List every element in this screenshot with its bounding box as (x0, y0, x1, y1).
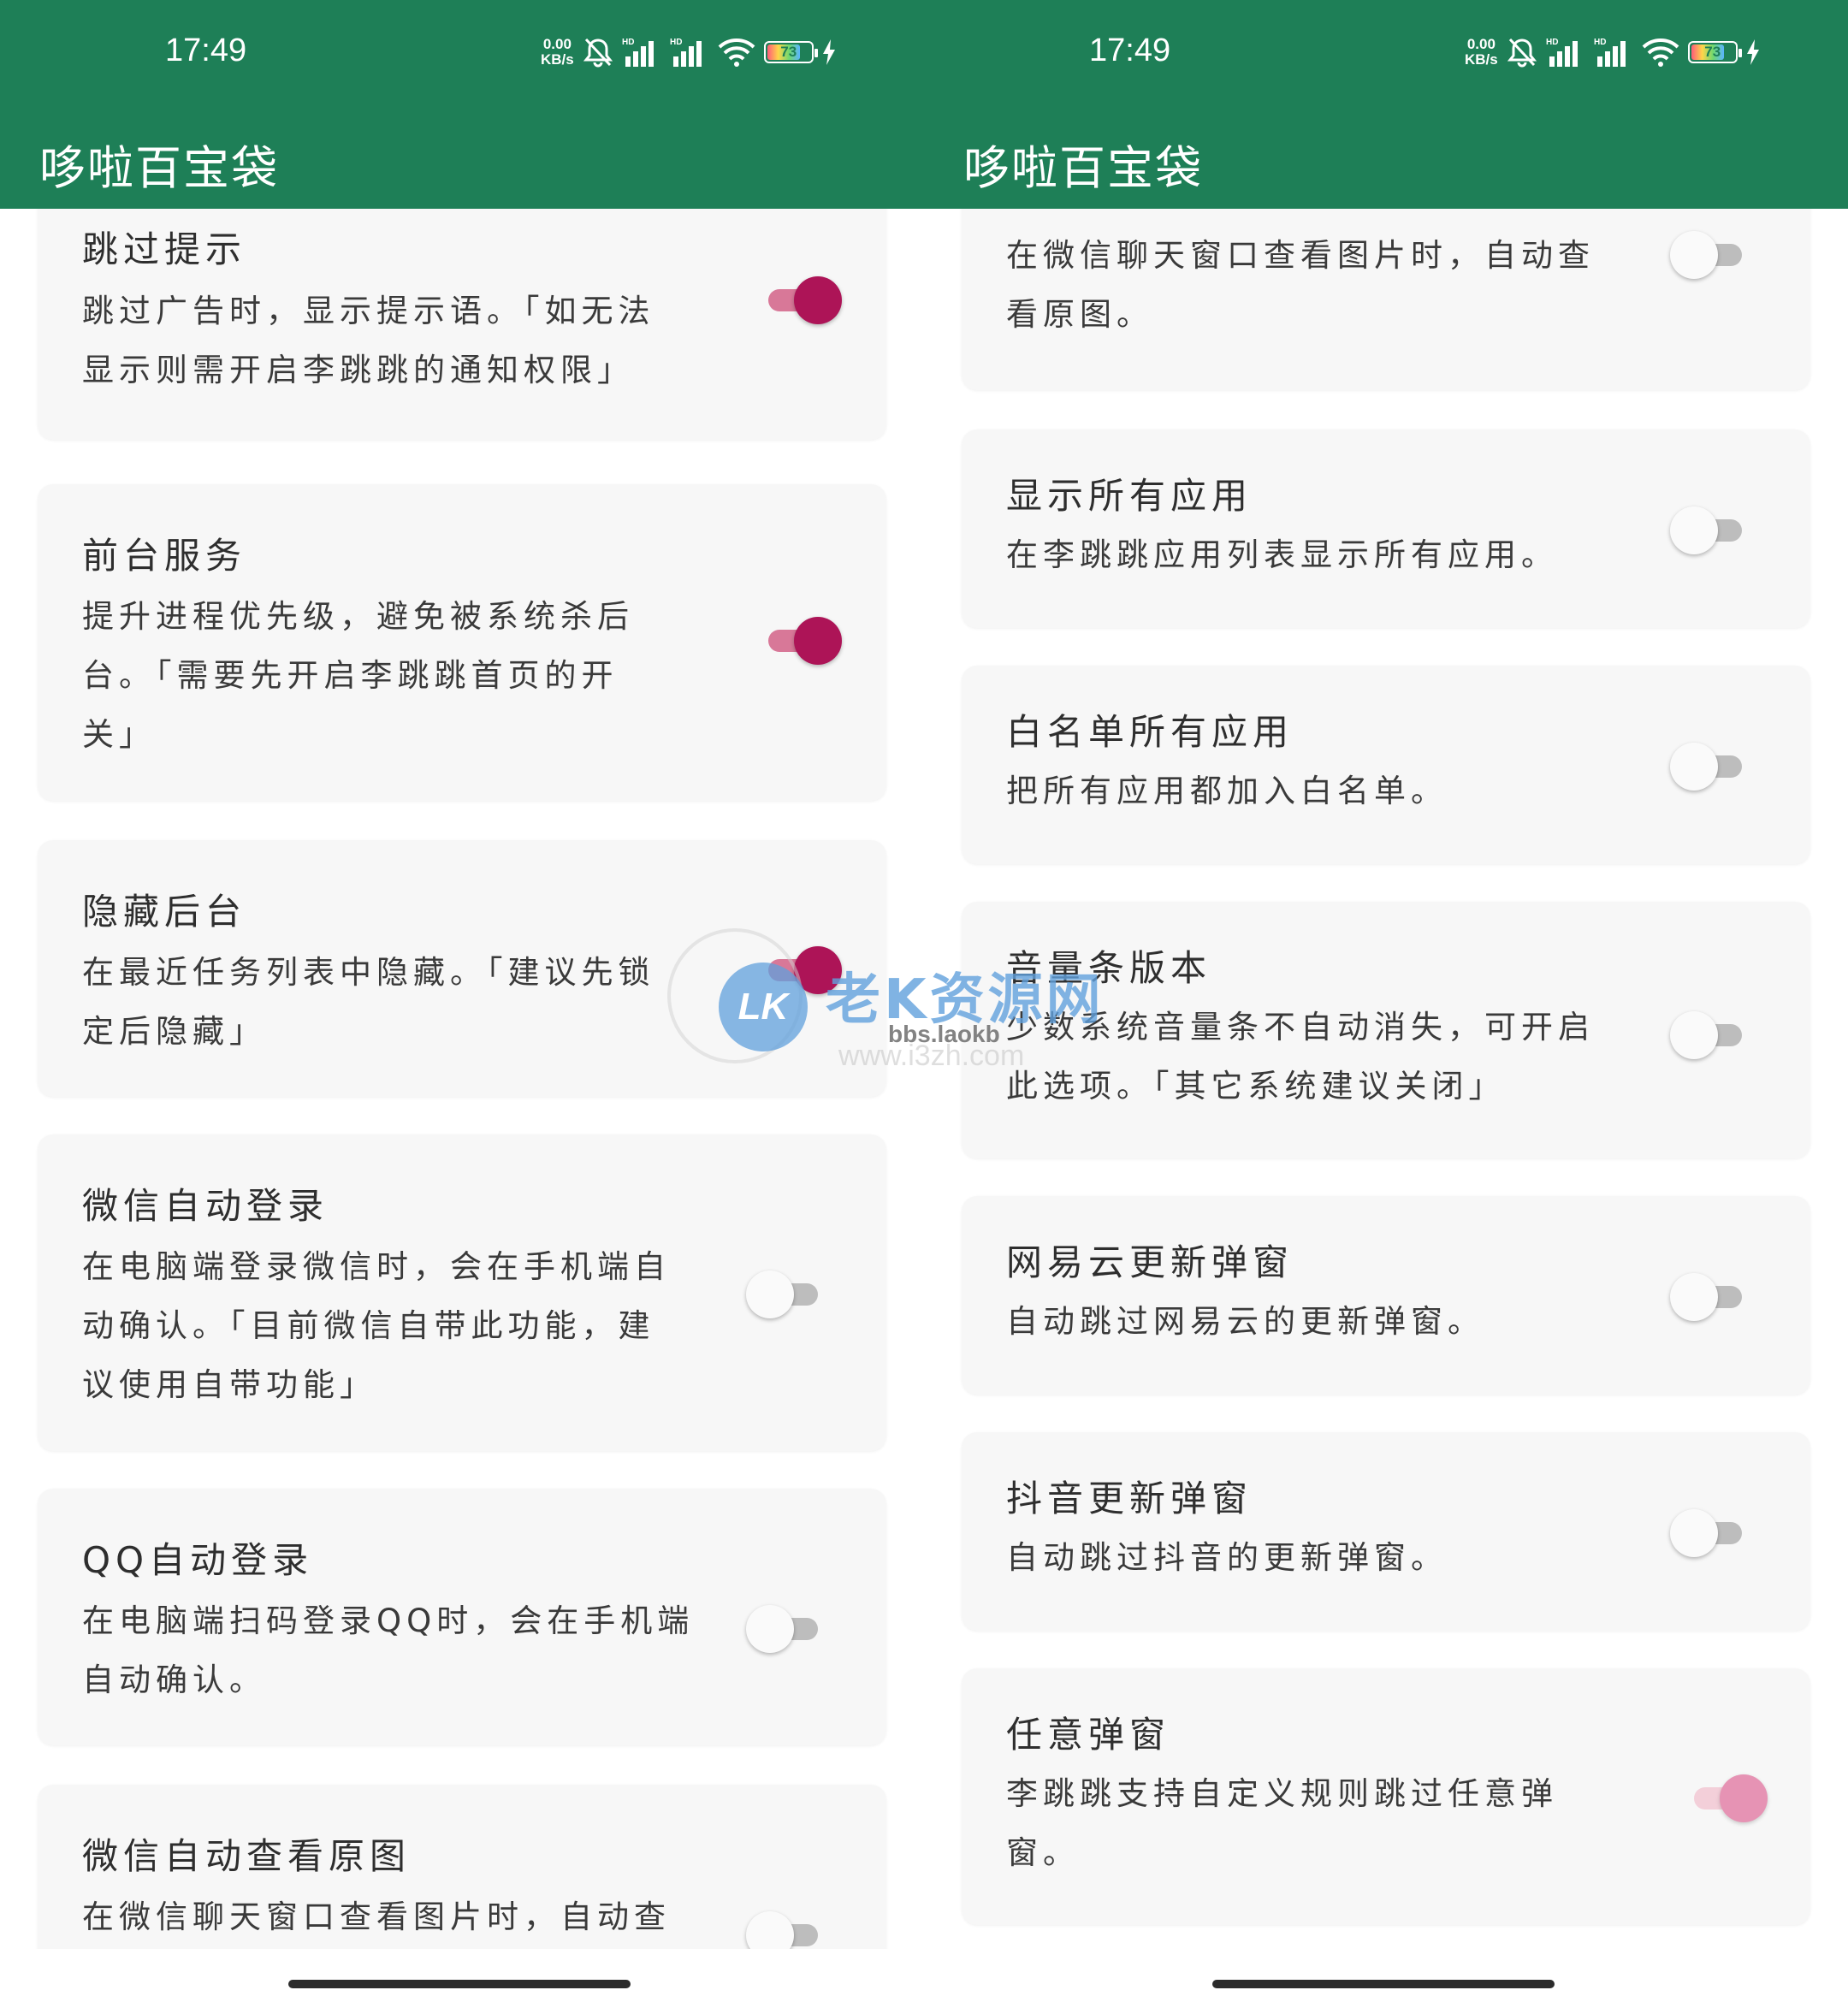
toggle-volume-bar[interactable] (1670, 1011, 1749, 1059)
app-bar: 哆啦百宝袋 (924, 103, 1848, 209)
setting-card-foreground-service: 前台服务 提升进程优先级，避免被系统杀后 台。「需要先开启李跳跳首页的开 关」 (38, 484, 886, 801)
setting-description: 在最近任务列表中隐藏。「建议先锁 定后隐藏」 (82, 954, 655, 1050)
setting-card-whitelist-all-apps: 白名单所有应用 把所有应用都加入白名单。 (962, 666, 1810, 864)
setting-card-any-popup: 任意弹窗 李跳跳支持自定义规则跳过任意弹 窗。 (962, 1668, 1810, 1925)
toggle-any-popup[interactable] (1689, 1774, 1768, 1822)
svg-text:HD: HD (1594, 38, 1606, 47)
settings-list: 在微信聊天窗口查看图片时，自动查 看原图。 显示所有应用 在李跳跳应用列表显示所有… (924, 209, 1848, 1949)
setting-card-netease-update-popup: 网易云更新弹窗 自动跳过网易云的更新弹窗。 (962, 1196, 1810, 1395)
setting-title: 白名单所有应用 (1006, 711, 1294, 753)
setting-card-wechat-original-image: 微信自动查看原图 在微信聊天窗口查看图片时，自动查 (38, 1785, 886, 1949)
toggle-hide-background[interactable] (763, 946, 842, 994)
toggle-wechat-original-image[interactable] (746, 1911, 825, 1949)
toggle-show-all-apps[interactable] (1670, 506, 1749, 554)
toggle-whitelist-all-apps[interactable] (1670, 743, 1749, 791)
phone-screen-left: 17:49 0.00 KB/s HD HD 73 哆啦百宝袋 跳过提示 跳过广告时… (0, 0, 924, 2002)
wifi-icon (1642, 37, 1679, 68)
setting-description: 跳过广告时，显示提示语。「如无法 显示则需开启李跳跳的通知权限」 (82, 293, 655, 388)
setting-title: QQ自动登录 (82, 1539, 314, 1581)
setting-card-qq-auto-login: QQ自动登录 在电脑端扫码登录QQ时，会在手机端 自动确认。 (38, 1489, 886, 1745)
app-title: 哆啦百宝袋 (963, 141, 1203, 195)
setting-title: 前台服务 (82, 535, 247, 577)
status-time: 17:49 (165, 33, 247, 68)
setting-title: 抖音更新弹窗 (1006, 1478, 1253, 1519)
setting-description: 在电脑端登录微信时，会在手机端自 动确认。「目前微信自带此功能，建 议使用自带功能」 (82, 1248, 671, 1403)
setting-card-show-all-apps: 显示所有应用 在李跳跳应用列表显示所有应用。 (962, 429, 1810, 628)
setting-description: 提升进程优先级，避免被系统杀后 台。「需要先开启李跳跳首页的开 关」 (82, 598, 634, 753)
setting-title: 网易云更新弹窗 (1006, 1241, 1294, 1283)
app-title: 哆啦百宝袋 (39, 141, 279, 195)
signal-icon: HD (1546, 36, 1585, 68)
home-gesture-bar[interactable] (288, 1980, 631, 1988)
setting-title: 隐藏后台 (82, 891, 247, 933)
toggle-netease-update-popup[interactable] (1670, 1273, 1749, 1321)
signal-icon-2: HD (670, 36, 709, 68)
setting-title: 音量条版本 (1006, 947, 1212, 989)
toggle-qq-auto-login[interactable] (746, 1605, 825, 1653)
setting-description: 在微信聊天窗口查看图片时，自动查 (82, 1898, 671, 1935)
bell-muted-icon (583, 36, 613, 68)
setting-card-douyin-update-popup: 抖音更新弹窗 自动跳过抖音的更新弹窗。 (962, 1432, 1810, 1631)
setting-description: 少数系统音量条不自动消失，可开启 此选项。「其它系统建议关闭」 (1006, 1009, 1595, 1105)
app-bar: 哆啦百宝袋 (0, 103, 924, 209)
net-speed: 0.00 KB/s (541, 36, 574, 68)
status-bar: 17:49 0.00 KB/s HD HD 73 (924, 0, 1848, 103)
setting-description: 在李跳跳应用列表显示所有应用。 (1006, 536, 1558, 573)
setting-description: 自动跳过抖音的更新弹窗。 (1006, 1539, 1448, 1576)
svg-text:HD: HD (670, 38, 682, 47)
setting-card-wechat-original-image-cont: 在微信聊天窗口查看图片时，自动查 看原图。 (962, 209, 1810, 390)
charging-icon (822, 39, 836, 65)
home-gesture-bar[interactable] (1212, 1980, 1555, 1988)
battery-icon: 73 (763, 41, 818, 63)
signal-icon: HD (622, 36, 661, 68)
toggle-wechat-original-image[interactable] (1670, 231, 1749, 279)
status-time: 17:49 (1089, 33, 1171, 68)
setting-description: 把所有应用都加入白名单。 (1006, 773, 1448, 809)
setting-card-hide-background: 隐藏后台 在最近任务列表中隐藏。「建议先锁 定后隐藏」 (38, 840, 886, 1097)
svg-text:HD: HD (1546, 38, 1558, 47)
setting-title: 跳过提示 (82, 228, 247, 270)
settings-list: 跳过提示 跳过广告时，显示提示语。「如无法 显示则需开启李跳跳的通知权限」 前台服… (0, 209, 924, 1949)
battery-icon: 73 (1687, 41, 1742, 63)
phone-screen-right: 17:49 0.00 KB/s HD HD 73 哆啦百宝袋 在微信聊天窗口查看图… (924, 0, 1848, 2002)
charging-icon (1746, 39, 1760, 65)
setting-description: 李跳跳支持自定义规则跳过任意弹 窗。 (1006, 1775, 1558, 1871)
toggle-wechat-auto-login[interactable] (746, 1270, 825, 1318)
navigation-bar (924, 1949, 1848, 2002)
setting-title: 微信自动查看原图 (82, 1835, 412, 1877)
toggle-skip-tip[interactable] (763, 276, 842, 324)
setting-description: 自动跳过网易云的更新弹窗。 (1006, 1303, 1484, 1340)
toggle-foreground-service[interactable] (763, 617, 842, 665)
status-bar: 17:49 0.00 KB/s HD HD 73 (0, 0, 924, 103)
setting-card-wechat-auto-login: 微信自动登录 在电脑端登录微信时，会在手机端自 动确认。「目前微信自带此功能，建议… (38, 1134, 886, 1451)
svg-text:HD: HD (622, 38, 634, 47)
net-speed: 0.00 KB/s (1465, 36, 1498, 68)
wifi-icon (718, 37, 755, 68)
setting-title: 显示所有应用 (1006, 475, 1253, 517)
setting-card-volume-bar: 音量条版本 少数系统音量条不自动消失，可开启 此选项。「其它系统建议关闭」 (962, 902, 1810, 1158)
bell-muted-icon (1507, 36, 1537, 68)
setting-title: 任意弹窗 (1006, 1714, 1171, 1756)
toggle-douyin-update-popup[interactable] (1670, 1509, 1749, 1557)
setting-description: 在微信聊天窗口查看图片时，自动查 看原图。 (1006, 237, 1595, 333)
setting-card-skip-tip: 跳过提示 跳过广告时，显示提示语。「如无法 显示则需开启李跳跳的通知权限」 (38, 209, 886, 440)
setting-title: 微信自动登录 (82, 1185, 329, 1227)
setting-description: 在电脑端扫码登录QQ时，会在手机端 自动确认。 (82, 1602, 695, 1698)
navigation-bar (0, 1949, 924, 2002)
signal-icon-2: HD (1594, 36, 1633, 68)
